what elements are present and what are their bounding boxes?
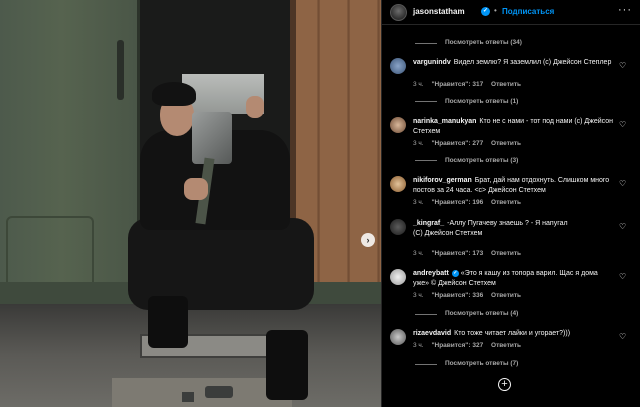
comment-time: 3 ч. — [413, 292, 424, 299]
heart-icon[interactable]: ♡ — [619, 332, 626, 341]
verified-badge-icon: ✓ — [451, 270, 459, 277]
heart-icon[interactable]: ♡ — [619, 179, 626, 188]
person-hand — [246, 96, 264, 118]
post-author[interactable]: jasonstatham — [413, 7, 465, 16]
divider — [415, 101, 437, 102]
comment-meta: 3 ч. "Нравится": 196 Ответить — [413, 199, 527, 206]
person-boot — [148, 296, 188, 348]
comment-body: nikiforov_german Брат, дай нам отдохнуть.… — [413, 176, 613, 196]
comment-time: 3 ч. — [413, 342, 424, 349]
person-boot — [266, 330, 308, 400]
comment-body: vargunindv Видел землю? Я заземлил (с) Дж… — [413, 58, 613, 68]
more-horizontal-icon[interactable]: ··· — [618, 4, 632, 16]
view-replies-button[interactable]: Посмотреть ответы (34) — [445, 39, 522, 46]
divider — [415, 160, 437, 161]
divider — [415, 43, 437, 44]
post-header: jasonstatham ✓ • Подписаться ··· — [382, 0, 640, 25]
view-replies-button[interactable]: Посмотреть ответы (7) — [445, 360, 518, 367]
reply-button[interactable]: Ответить — [491, 81, 521, 88]
comment-username[interactable]: vargunindv — [413, 59, 451, 66]
avatar[interactable] — [390, 58, 406, 74]
comment-username[interactable]: rizaevdavid — [413, 330, 451, 337]
plus-circle-icon[interactable]: + — [498, 378, 511, 391]
comment-time: 3 ч. — [413, 199, 424, 206]
comment-time: 3 ч. — [413, 140, 424, 147]
heart-icon[interactable]: ♡ — [619, 272, 626, 281]
post-photo[interactable]: › — [0, 0, 381, 407]
reply-button[interactable]: Ответить — [491, 342, 521, 349]
comment-meta: 3 ч. "Нравится": 317 Ответить — [413, 81, 527, 88]
comment-body: rizaevdavid Кто тоже читает лайки и угора… — [413, 329, 613, 339]
comment-username[interactable]: nikiforov_german — [413, 177, 472, 184]
comment-meta: 3 ч. "Нравится": 336 Ответить — [413, 292, 527, 299]
view-replies-button[interactable]: Посмотреть ответы (1) — [445, 98, 518, 105]
heart-icon[interactable]: ♡ — [619, 120, 626, 129]
comment-body: narinka_manukyan Кто не с нами - тот под … — [413, 117, 613, 137]
divider — [415, 314, 437, 315]
avatar[interactable] — [390, 269, 406, 285]
divider — [415, 364, 437, 365]
comment-likes[interactable]: "Нравится": 327 — [431, 342, 483, 349]
comment-body: _kingraf_ -Аллу Пугачеву знаешь ? - Я нап… — [413, 219, 568, 239]
comments-panel: jasonstatham ✓ • Подписаться ··· Посмотр… — [381, 0, 640, 407]
comment-likes[interactable]: "Нравится": 336 — [431, 292, 483, 299]
comment-likes[interactable]: "Нравится": 317 — [431, 81, 483, 88]
chevron-right-icon[interactable]: › — [361, 233, 375, 247]
person-hat — [152, 82, 196, 106]
reply-button[interactable]: Ответить — [491, 292, 521, 299]
floor-tool — [182, 392, 194, 402]
comment-likes[interactable]: "Нравится": 196 — [431, 199, 483, 206]
comment-text: Кто тоже читает лайки и угорает?))) — [454, 330, 571, 337]
avatar[interactable] — [390, 4, 407, 21]
follow-button[interactable]: Подписаться — [502, 7, 554, 16]
view-replies-button[interactable]: Посмотреть ответы (3) — [445, 157, 518, 164]
separator: • — [494, 6, 497, 15]
comment-time: 3 ч. — [413, 250, 424, 257]
floor-tool — [205, 386, 233, 398]
comment-likes[interactable]: "Нравится": 173 — [431, 250, 483, 257]
comment-meta: 3 ч. "Нравится": 277 Ответить — [413, 140, 527, 147]
comment-text: Видел землю? Я заземлил (с) Джейсон Степ… — [453, 59, 612, 66]
view-replies-button[interactable]: Посмотреть ответы (4) — [445, 310, 518, 317]
reply-button[interactable]: Ответить — [491, 250, 521, 257]
comment-meta: 3 ч. "Нравится": 327 Ответить — [413, 342, 527, 349]
heart-icon[interactable]: ♡ — [619, 222, 626, 231]
comment-body: andreybatt ✓ «Это я кашу из топора варил. … — [413, 269, 613, 289]
comment-username[interactable]: _kingraf_ — [413, 220, 444, 227]
avatar[interactable] — [390, 117, 406, 133]
axe-blade — [192, 112, 232, 164]
reply-button[interactable]: Ответить — [491, 140, 521, 147]
floor-mat — [112, 378, 292, 407]
comment-meta: 3 ч. "Нравится": 173 Ответить — [413, 250, 527, 257]
reply-button[interactable]: Ответить — [491, 199, 521, 206]
avatar[interactable] — [390, 219, 406, 235]
avatar[interactable] — [390, 329, 406, 345]
person-hand — [184, 178, 208, 200]
comment-username[interactable]: narinka_manukyan — [413, 118, 476, 125]
verified-badge-icon: ✓ — [481, 7, 490, 16]
van-handle — [117, 40, 124, 100]
comment-likes[interactable]: "Нравится": 277 — [431, 140, 483, 147]
heart-icon[interactable]: ♡ — [619, 61, 626, 70]
avatar[interactable] — [390, 176, 406, 192]
comment-username[interactable]: andreybatt — [413, 270, 449, 277]
comment-time: 3 ч. — [413, 81, 424, 88]
